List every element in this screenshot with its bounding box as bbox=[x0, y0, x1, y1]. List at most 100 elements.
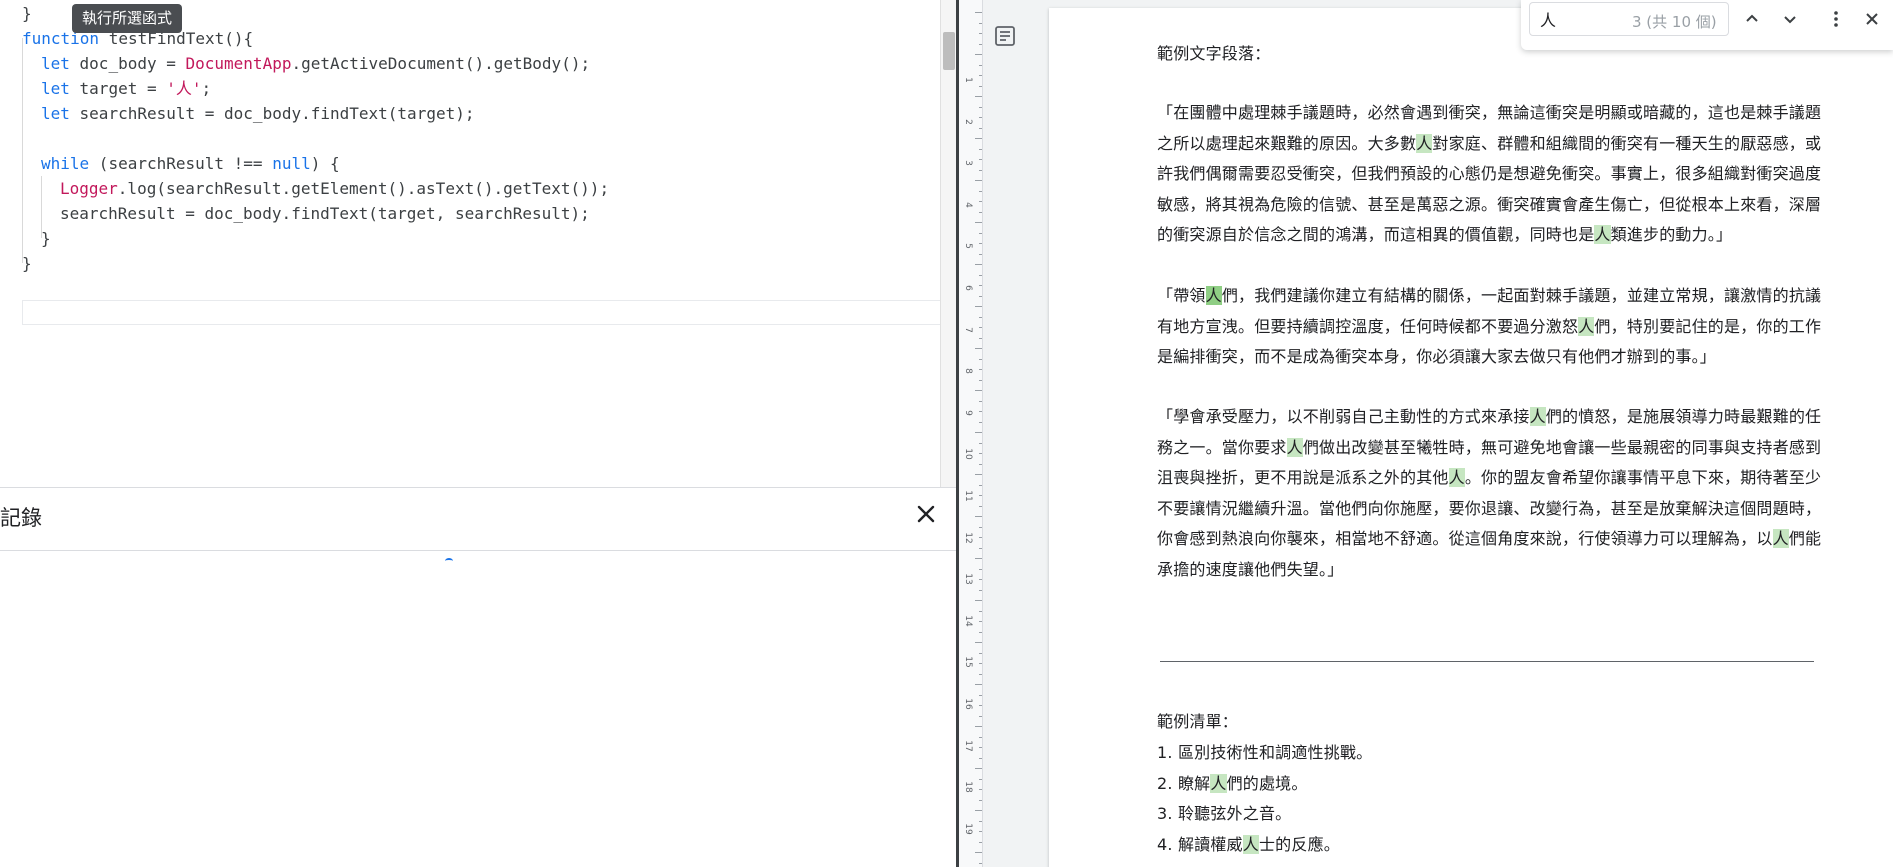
chevron-down-icon[interactable] bbox=[1777, 6, 1803, 32]
text-run: 「學會承受壓力，以不削弱自己主動性的方式來承接 bbox=[1157, 407, 1530, 426]
search-match-highlight: 人 bbox=[1210, 773, 1227, 793]
ruler-tick bbox=[979, 285, 982, 286]
ruler-tick bbox=[979, 736, 982, 738]
ruler-tick bbox=[979, 694, 982, 696]
find-input-box[interactable]: 3 (共 10 個) bbox=[1529, 2, 1729, 36]
ruler-tick bbox=[979, 526, 982, 528]
text-run: 許我們偶爾需要忍受衝突，但我們預設的心態仍是想避免衝突。事實上，很多組織對衝突過… bbox=[1157, 164, 1822, 184]
text-run: 們能 bbox=[1788, 529, 1822, 549]
code-line-10: } bbox=[41, 229, 51, 248]
ruler-number: 18 bbox=[963, 781, 973, 793]
ruler-tick bbox=[979, 862, 982, 864]
ruler-tick bbox=[975, 432, 982, 433]
ruler-tick bbox=[979, 831, 982, 832]
current-line-highlight bbox=[22, 300, 956, 325]
text-run: 不要讓情況繼續升溫。當他們向你施壓，要你退讓、改變行為，甚至是放棄解決這個問題時… bbox=[1157, 498, 1822, 518]
text-run: 4. 解讀權威 bbox=[1157, 834, 1243, 854]
ruler-tick bbox=[975, 768, 982, 769]
ruler-tick bbox=[979, 505, 982, 507]
ruler-tick bbox=[979, 568, 982, 570]
text-run: 2. 瞭解 bbox=[1157, 773, 1211, 793]
ruler-tick bbox=[979, 211, 982, 213]
ruler-tick bbox=[979, 789, 982, 790]
close-icon[interactable] bbox=[1859, 6, 1885, 32]
paragraph-line: 務之一。當你要求人們做出改變甚至犧牲時，無可避免地會讓一些最親密的同事與支持者感… bbox=[1157, 434, 1821, 458]
code-editor[interactable]: } function testFindText(){ let doc_body … bbox=[0, 0, 956, 487]
chevron-up-icon[interactable] bbox=[1739, 6, 1765, 32]
close-icon[interactable] bbox=[912, 500, 940, 528]
ruler-tick bbox=[979, 327, 982, 328]
ruler-tick bbox=[979, 747, 982, 748]
list-item: 3. 聆聽弦外之音。 bbox=[1157, 800, 1291, 824]
list-item: 2. 瞭解人們的處境。 bbox=[1157, 770, 1308, 794]
text-run: 們做出改變甚至犧牲時，無可避免地會讓一些最親密的同事與支持者感到 bbox=[1302, 437, 1822, 457]
search-match-highlight: 人 bbox=[1286, 437, 1303, 457]
find-input[interactable] bbox=[1540, 7, 1610, 31]
ruler-number: 2 bbox=[963, 118, 973, 125]
ruler-tick bbox=[975, 348, 982, 349]
text-run: 沮喪與挫折，更不用說是派系之外的其他 bbox=[1157, 468, 1449, 488]
ruler-number: 7 bbox=[963, 326, 973, 333]
ruler-tick bbox=[979, 610, 982, 612]
ruler-tick bbox=[975, 642, 982, 643]
script-editor-pane: } function testFindText(){ let doc_body … bbox=[0, 0, 956, 867]
text-run: 們，我們建議你建立有結構的關係，一起面對棘手議題，並建立常規，讓激情的抗議 bbox=[1221, 286, 1822, 305]
ruler-tick bbox=[975, 516, 982, 517]
paragraph-line: 之所以處理起來艱難的原因。大多數人對家庭、群體和組織間的衝突有一種天生的厭惡感，… bbox=[1157, 130, 1821, 154]
loading-spinner-icon bbox=[445, 558, 453, 564]
ruler-tick bbox=[979, 127, 982, 129]
text-run: 你會感到熱浪向你襲來，相當地不舒適。從這個角度來說，行使領導力可以理解為，以 bbox=[1157, 529, 1773, 549]
paragraph-line: 你會感到熱浪向你襲來，相當地不舒適。從這個角度來說，行使領導力可以理解為，以人們… bbox=[1157, 525, 1821, 549]
text-run: 對家庭、群體和組織間的衝突有一種天生的厭惡感，或 bbox=[1432, 133, 1822, 153]
editor-scrollbar[interactable] bbox=[940, 0, 956, 487]
ruler-tick bbox=[975, 810, 982, 811]
ruler-tick bbox=[975, 306, 982, 307]
ruler-tick bbox=[979, 148, 982, 150]
editor-scrollbar-thumb[interactable] bbox=[943, 32, 955, 70]
ruler-tick bbox=[979, 820, 982, 822]
text-run: 類進步的動力。」 bbox=[1610, 225, 1733, 245]
search-match-highlight: 人 bbox=[1772, 529, 1789, 549]
code-line-5: let searchResult = doc_body.findText(tar… bbox=[41, 104, 475, 123]
section-heading: 範例清單： bbox=[1157, 712, 1239, 731]
ruler-number: 11 bbox=[963, 490, 973, 502]
ruler-tick bbox=[979, 547, 982, 549]
find-bar: 3 (共 10 個) bbox=[1521, 0, 1893, 50]
ruler-number: 1 bbox=[963, 77, 973, 83]
ruler-tick bbox=[979, 463, 982, 465]
ruler-number: 12 bbox=[963, 531, 973, 544]
ruler-tick bbox=[979, 715, 982, 717]
paragraph-line: 敏感，將其視為危險的信號、甚至是萬惡之源。衝突確實會產生傷亡，但從根本上來看，深… bbox=[1157, 191, 1821, 215]
ruler-number: 3 bbox=[963, 160, 973, 167]
vertical-ruler: 1 2 3 4 5 6 7 8 9 10 11 12 13 14 15 16 17 18 19 bbox=[959, 0, 983, 867]
ruler-tick bbox=[979, 421, 982, 423]
ruler-number: 17 bbox=[963, 739, 973, 752]
ruler-tick bbox=[975, 264, 982, 265]
ruler-tick bbox=[975, 852, 982, 853]
ruler-tick bbox=[975, 558, 982, 559]
log-panel-title: 記錄 bbox=[0, 506, 42, 530]
ruler-tick bbox=[979, 316, 982, 318]
ruler-tick bbox=[979, 705, 982, 706]
more-vert-icon[interactable] bbox=[1823, 6, 1849, 32]
document-outline-icon[interactable] bbox=[993, 24, 1017, 48]
ruler-tick bbox=[979, 495, 982, 496]
text-run: 有地方宣洩。但要持續調控溫度，任何時候都不要過分激怒 bbox=[1157, 316, 1579, 336]
ruler-tick bbox=[979, 358, 982, 360]
text-run: 3. 聆聽弦外之音。 bbox=[1157, 804, 1292, 824]
search-match-highlight: 人 bbox=[1242, 834, 1259, 854]
code-line-1: } bbox=[22, 4, 32, 23]
ruler-tick bbox=[975, 96, 982, 97]
paragraph-line: 「帶領人們，我們建議你建立有結構的關係，一起面對棘手議題，並建立常規，讓激情的抗… bbox=[1157, 282, 1821, 306]
ruler-tick bbox=[979, 663, 982, 664]
ruler-tick bbox=[979, 106, 982, 108]
ruler-tick bbox=[979, 201, 982, 202]
ruler-tick bbox=[979, 253, 982, 255]
ruler-tick bbox=[979, 75, 982, 76]
ruler-tick bbox=[975, 474, 982, 475]
ruler-tick bbox=[979, 22, 982, 24]
ruler-tick bbox=[979, 274, 982, 276]
ruler-number: 4 bbox=[963, 201, 973, 208]
ruler-tick bbox=[975, 390, 982, 391]
ruler-tick bbox=[979, 537, 982, 538]
